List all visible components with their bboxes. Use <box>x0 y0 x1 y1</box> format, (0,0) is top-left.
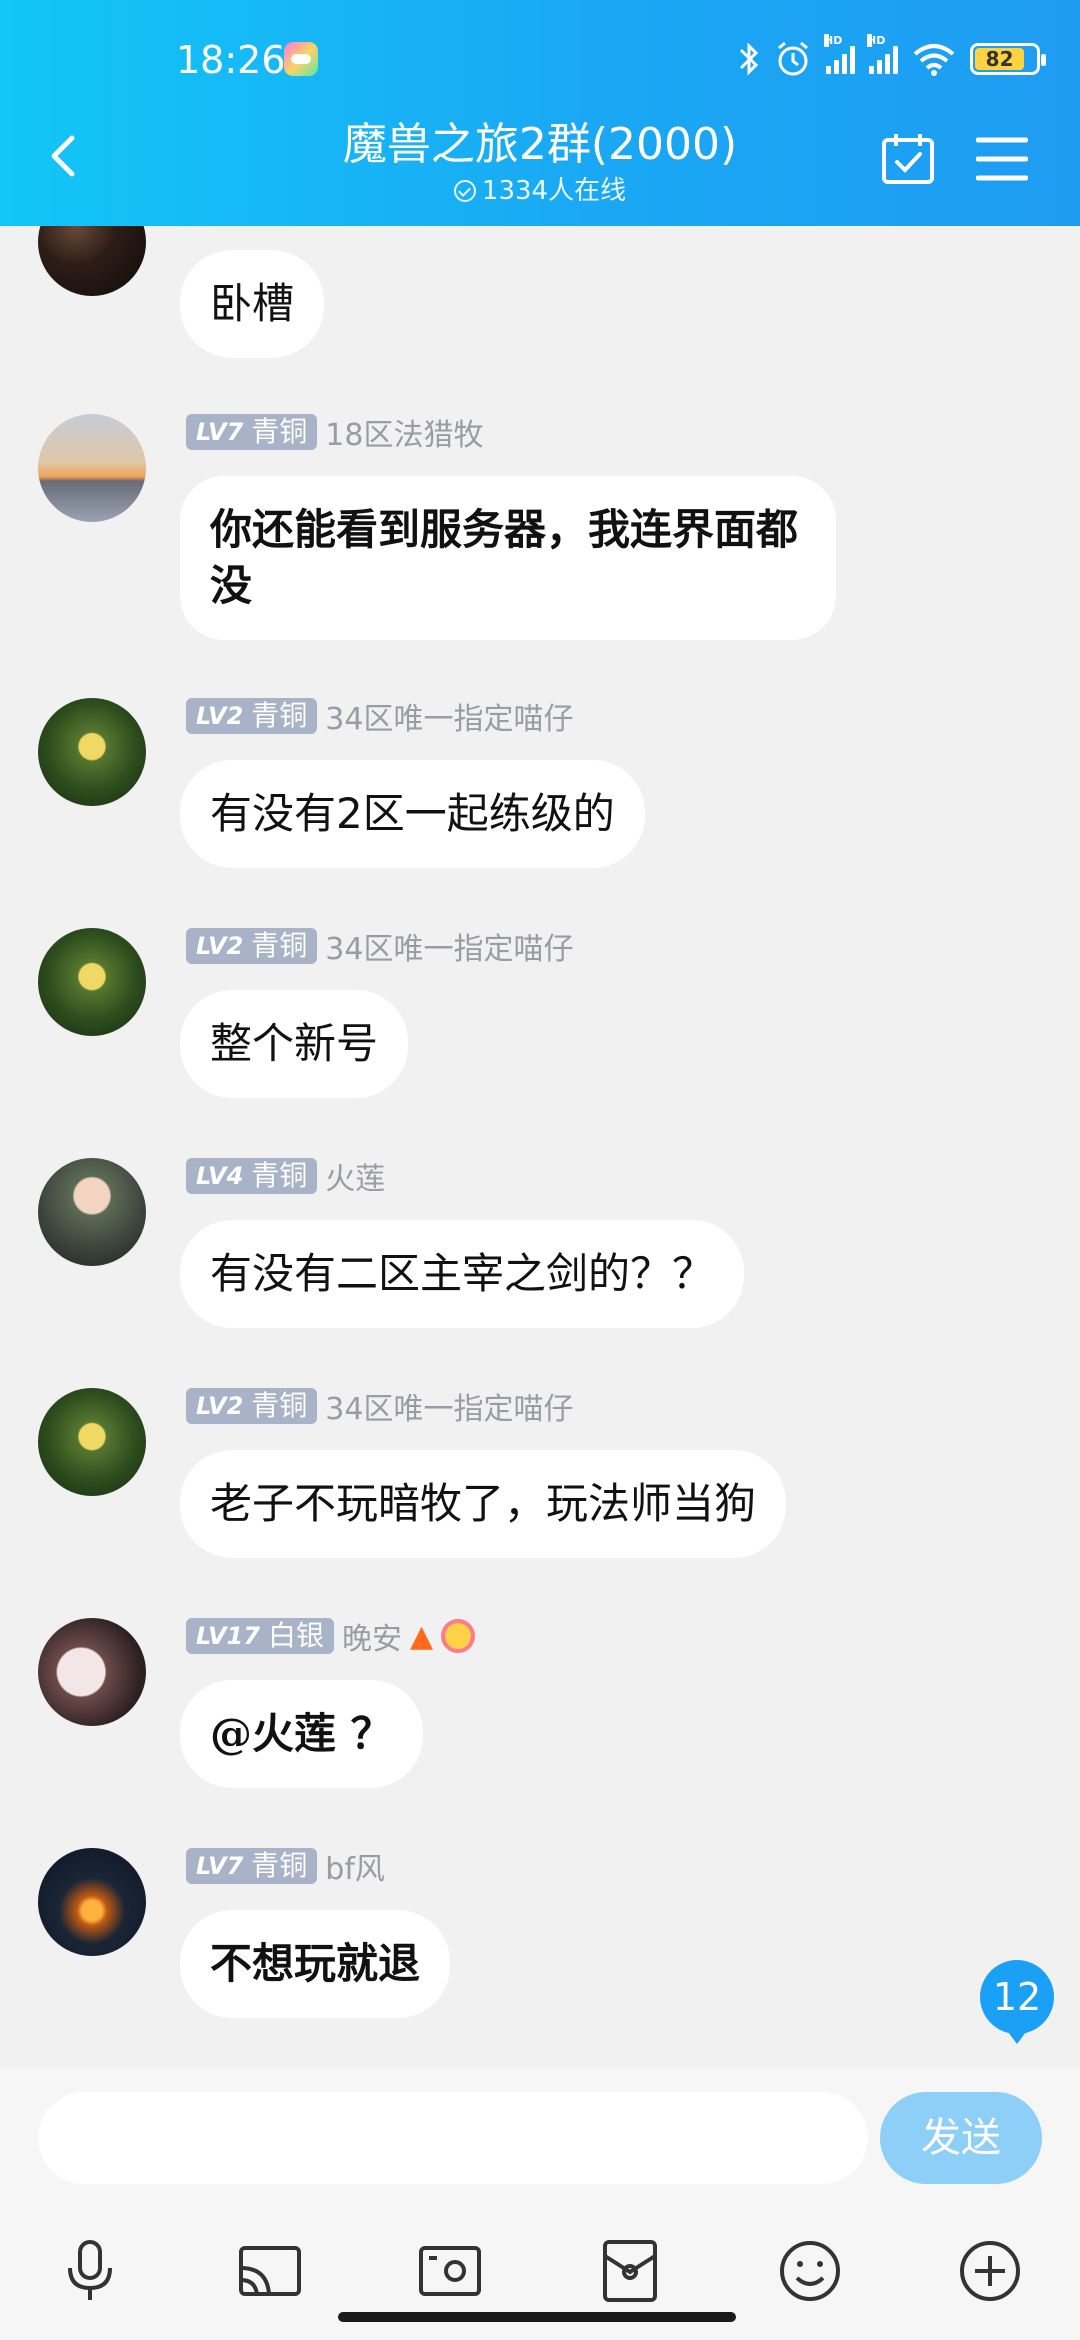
sender-name[interactable]: 晚安 <box>342 1614 402 1658</box>
smile-badge-icon <box>441 1619 476 1653</box>
avatar[interactable] <box>38 1388 146 1496</box>
message-bubble[interactable]: 有没有二区主宰之剑的？？ <box>180 1220 745 1328</box>
avatar[interactable] <box>38 226 146 296</box>
input-area: 发送 <box>0 2068 1080 2340</box>
menu-icon[interactable] <box>976 136 1028 182</box>
status-bar: 18:26 HD HD 82 <box>0 0 1080 110</box>
avatar[interactable] <box>38 928 146 1036</box>
signal-2-icon: HD <box>867 34 898 74</box>
chat-header: 18:26 HD HD 82 魔兽之旅2群(2000) 1334人在线 <box>0 0 1080 226</box>
avatar[interactable] <box>38 1618 146 1726</box>
check-circle-icon <box>453 180 476 202</box>
sender-name[interactable]: bf风 <box>325 1844 385 1888</box>
screen-cast-icon[interactable] <box>235 2236 305 2306</box>
status-time: 18:26 <box>176 38 286 82</box>
level-badge: LV7 青铜 <box>186 1848 318 1884</box>
avatar[interactable] <box>38 1158 146 1266</box>
chat-toolbar <box>0 2236 1080 2306</box>
message-bubble[interactable]: 你还能看到服务器，我连界面都没 <box>180 476 836 640</box>
microphone-icon[interactable] <box>55 2236 125 2306</box>
message-list[interactable]: 卧槽 LV7 青铜 18区法猎牧 你还能看到服务器，我连界面都没 LV2 青铜 34… <box>0 226 1080 2068</box>
plus-icon[interactable] <box>955 2236 1025 2306</box>
sender-meta: LV2 青铜 34区唯一指定喵仔 <box>186 698 573 737</box>
sender-meta: LV2 青铜 34区唯一指定喵仔 <box>186 1388 573 1427</box>
message-input[interactable] <box>38 2092 868 2184</box>
bluetooth-icon <box>739 42 759 76</box>
sender-meta: LV7 青铜 18区法猎牧 <box>186 414 483 453</box>
signal-icon: HD <box>824 34 855 74</box>
message-bubble[interactable]: 有没有2区一起练级的 <box>180 760 645 868</box>
battery-icon: 82 <box>970 43 1046 75</box>
send-button[interactable]: 发送 <box>880 2092 1042 2184</box>
level-badge: LV2 青铜 <box>186 928 318 964</box>
sender-meta: LV4 青铜 火莲 <box>186 1158 385 1197</box>
status-icons: HD HD 82 <box>738 34 1046 82</box>
message-bubble[interactable]: @火莲 ？ <box>180 1680 423 1788</box>
sender-name[interactable]: 18区法猎牧 <box>325 410 483 454</box>
game-app-icon <box>284 42 318 76</box>
home-indicator[interactable] <box>338 2312 736 2322</box>
level-badge: LV4 青铜 <box>186 1158 318 1194</box>
avatar[interactable] <box>38 1848 146 1956</box>
calendar-check-icon[interactable] <box>880 130 936 186</box>
sender-name[interactable]: 34区唯一指定喵仔 <box>325 694 573 738</box>
emoji-icon[interactable] <box>775 2236 845 2306</box>
battery-level: 82 <box>975 48 1025 70</box>
avatar[interactable] <box>38 698 146 806</box>
wifi-icon <box>913 44 955 76</box>
alarm-icon <box>778 41 808 76</box>
message-bubble[interactable]: 不想玩就退 <box>180 1910 451 2018</box>
unread-count-badge[interactable]: 12 <box>980 1960 1054 2044</box>
level-badge: LV2 青铜 <box>186 1388 318 1424</box>
level-badge: LV7 青铜 <box>186 414 318 450</box>
sender-meta: LV2 青铜 34区唯一指定喵仔 <box>186 928 573 967</box>
sender-meta: LV17 白银 晚安 ▲ <box>186 1618 476 1657</box>
photo-icon[interactable] <box>415 2236 485 2306</box>
sender-meta: LV7 青铜 bf风 <box>186 1848 385 1887</box>
level-badge: LV17 白银 <box>186 1618 334 1654</box>
red-packet-icon[interactable] <box>595 2236 665 2306</box>
message-bubble[interactable]: 老子不玩暗牧了，玩法师当狗 <box>180 1450 787 1558</box>
sender-name[interactable]: 34区唯一指定喵仔 <box>325 1384 573 1428</box>
level-badge: LV2 青铜 <box>186 698 318 734</box>
message-bubble[interactable]: 整个新号 <box>180 990 409 1098</box>
fire-icon: ▲ <box>409 1618 434 1654</box>
sender-name[interactable]: 34区唯一指定喵仔 <box>325 924 573 968</box>
online-count-text: 1334人在线 <box>481 176 627 206</box>
message-bubble[interactable]: 卧槽 <box>180 250 325 358</box>
sender-name[interactable]: 火莲 <box>325 1154 385 1198</box>
avatar[interactable] <box>38 414 146 522</box>
